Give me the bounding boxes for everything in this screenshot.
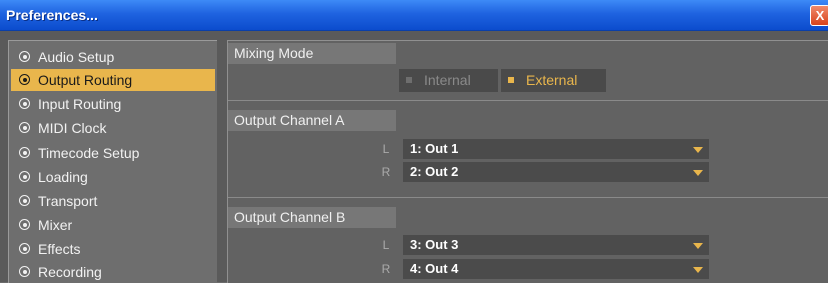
sidebar-item-label: MIDI Clock xyxy=(38,120,107,136)
select-value: 1: Out 1 xyxy=(410,141,459,156)
sidebar-item-label: Timecode Setup xyxy=(38,145,140,161)
sidebar-item-label: Mixer xyxy=(38,217,73,233)
unselected-indicator-icon xyxy=(406,77,412,83)
radio-bullet-icon xyxy=(19,122,30,133)
output-routing-panel: Mixing Mode Internal External Output Cha… xyxy=(227,40,828,283)
radio-bullet-icon xyxy=(19,219,30,230)
channel-b-left-select[interactable]: 3: Out 3 xyxy=(403,235,709,255)
select-value: 2: Out 2 xyxy=(410,164,459,179)
preferences-body: Audio Setup Output Routing Input Routing… xyxy=(0,31,828,283)
sidebar-item-label: Input Routing xyxy=(38,96,122,112)
section-divider xyxy=(228,197,828,198)
sidebar-item-effects[interactable]: Effects xyxy=(11,238,215,260)
close-button[interactable]: X xyxy=(810,5,828,26)
output-channel-a-heading: Output Channel A xyxy=(228,110,396,131)
mixing-mode-heading: Mixing Mode xyxy=(228,43,396,64)
option-label: Internal xyxy=(424,72,471,88)
radio-bullet-icon xyxy=(19,51,30,62)
channel-a-right-label: R xyxy=(381,165,391,179)
radio-bullet-icon xyxy=(19,243,30,254)
radio-bullet-icon xyxy=(19,74,30,85)
sidebar-item-input-routing[interactable]: Input Routing xyxy=(11,93,215,115)
radio-bullet-icon xyxy=(19,147,30,158)
sidebar-item-output-routing[interactable]: Output Routing xyxy=(11,69,215,91)
mixing-mode-internal-option[interactable]: Internal xyxy=(399,69,498,92)
select-value: 3: Out 3 xyxy=(410,237,459,252)
sidebar-item-label: Loading xyxy=(38,169,88,185)
sidebar-item-mixer[interactable]: Mixer xyxy=(11,214,215,236)
sidebar-item-recording[interactable]: Recording xyxy=(11,261,215,283)
channel-b-right-select[interactable]: 4: Out 4 xyxy=(403,259,709,279)
radio-bullet-icon xyxy=(19,195,30,206)
sidebar-item-midi-clock[interactable]: MIDI Clock xyxy=(11,117,215,139)
sidebar-item-audio-setup[interactable]: Audio Setup xyxy=(11,46,215,68)
sidebar-item-label: Transport xyxy=(38,193,98,209)
sidebar-item-label: Audio Setup xyxy=(38,49,115,65)
sidebar-item-loading[interactable]: Loading xyxy=(11,166,215,188)
channel-a-left-label: L xyxy=(382,142,390,156)
selected-indicator-icon xyxy=(508,77,514,83)
sidebar-item-timecode-setup[interactable]: Timecode Setup xyxy=(11,142,215,164)
title-bar[interactable]: Preferences... X xyxy=(0,0,828,31)
radio-bullet-icon xyxy=(19,266,30,277)
sidebar: Audio Setup Output Routing Input Routing… xyxy=(8,40,217,283)
section-divider xyxy=(228,100,828,101)
window-title: Preferences... xyxy=(6,7,98,23)
dropdown-arrow-icon xyxy=(693,243,703,249)
channel-a-left-select[interactable]: 1: Out 1 xyxy=(403,139,709,159)
channel-b-left-label: L xyxy=(382,238,390,252)
sidebar-item-label: Recording xyxy=(38,264,102,280)
option-label: External xyxy=(526,72,578,88)
channel-b-right-label: R xyxy=(381,262,391,276)
sidebar-item-label: Output Routing xyxy=(38,72,133,88)
radio-bullet-icon xyxy=(19,98,30,109)
dropdown-arrow-icon xyxy=(693,147,703,153)
channel-a-right-select[interactable]: 2: Out 2 xyxy=(403,162,709,182)
select-value: 4: Out 4 xyxy=(410,261,459,276)
sidebar-item-transport[interactable]: Transport xyxy=(11,190,215,212)
output-channel-b-heading: Output Channel B xyxy=(228,207,396,228)
sidebar-item-label: Effects xyxy=(38,241,81,257)
close-icon: X xyxy=(815,8,825,23)
radio-bullet-icon xyxy=(19,171,30,182)
dropdown-arrow-icon xyxy=(693,170,703,176)
dropdown-arrow-icon xyxy=(693,267,703,273)
mixing-mode-external-option[interactable]: External xyxy=(501,69,606,92)
